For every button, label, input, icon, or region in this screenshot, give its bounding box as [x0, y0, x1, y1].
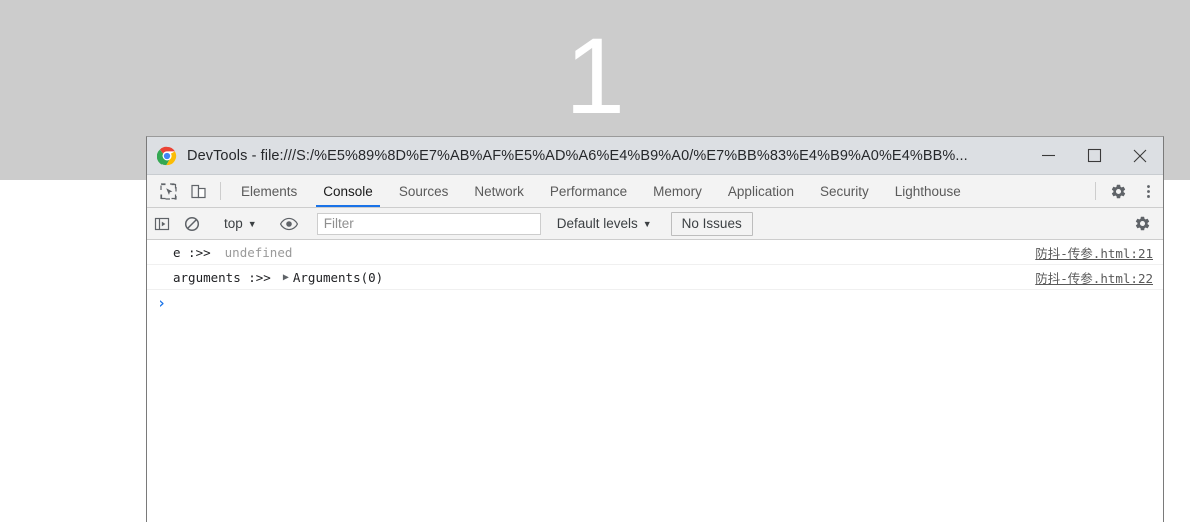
filter-input[interactable]	[316, 212, 541, 235]
tab-memory[interactable]: Memory	[640, 175, 715, 207]
tab-label: Console	[323, 183, 373, 199]
console-message-row[interactable]: e :>> undefined 防抖-传参.html:21	[147, 240, 1163, 265]
expand-triangle-icon[interactable]: ▶	[283, 272, 289, 283]
tab-network[interactable]: Network	[461, 175, 537, 207]
tab-label: Security	[819, 183, 869, 199]
tab-label: Sources	[398, 183, 449, 199]
devtools-settings-button[interactable]	[1103, 175, 1133, 207]
execution-context-selector[interactable]: top ▼	[218, 216, 263, 231]
console-message-list[interactable]: e :>> undefined 防抖-传参.html:21 arguments …	[147, 240, 1163, 522]
inspect-element-icon	[159, 182, 177, 200]
tab-console[interactable]: Console	[310, 175, 386, 207]
gear-icon	[1135, 216, 1149, 231]
console-source-link[interactable]: 防抖-传参.html:21	[1035, 243, 1153, 262]
chevron-down-icon: ▼	[247, 218, 257, 229]
gear-icon	[1111, 184, 1125, 198]
inspect-element-button[interactable]	[153, 175, 183, 207]
console-message-row[interactable]: arguments :>> ▶ Arguments(0) 防抖-传参.html:…	[147, 265, 1163, 290]
tab-application[interactable]: Application	[715, 175, 807, 207]
console-object-preview: Arguments(0)	[292, 269, 384, 285]
console-sidebar-toggle-button[interactable]	[147, 216, 177, 232]
window-maximize-button[interactable]	[1071, 137, 1117, 175]
issues-label: No Issues	[681, 216, 742, 231]
tab-label: Performance	[549, 183, 628, 199]
tab-lighthouse[interactable]: Lighthouse	[882, 175, 974, 207]
console-message-content: arguments :>> ▶ Arguments(0)	[173, 270, 1035, 285]
console-source-link[interactable]: 防抖-传参.html:22	[1035, 268, 1153, 287]
console-filterbar: top ▼ Default levels ▼ No Issues	[147, 208, 1163, 240]
window-close-button[interactable]	[1117, 137, 1163, 175]
tab-label: Elements	[241, 183, 298, 199]
tab-security[interactable]: Security	[807, 175, 882, 207]
more-vertical-icon	[1146, 184, 1150, 198]
devtools-window: DevTools - file:///S:/%E5%89%8D%E7%AB%AF…	[146, 136, 1164, 522]
chevron-down-icon: ▼	[642, 218, 652, 229]
console-message-label: e :>>	[173, 244, 211, 260]
issues-button[interactable]: No Issues	[670, 211, 753, 236]
devtools-more-button[interactable]	[1133, 175, 1163, 207]
chrome-logo-icon	[157, 146, 177, 165]
tabbar-divider-right	[1095, 182, 1096, 200]
live-expression-eye-icon	[279, 217, 298, 230]
log-levels-label: Default levels	[556, 216, 638, 231]
tabbar-divider	[220, 182, 221, 200]
tab-label: Lighthouse	[894, 183, 961, 199]
page-number-text: 1	[564, 15, 626, 136]
tab-label: Memory	[653, 183, 702, 199]
tab-label: Application	[727, 183, 794, 199]
window-title: DevTools - file:///S:/%E5%89%8D%E7%AB%AF…	[187, 147, 968, 164]
device-toolbar-icon	[190, 184, 206, 198]
tab-performance[interactable]: Performance	[537, 175, 640, 207]
tabbar-spacer	[974, 175, 1088, 207]
window-titlebar: DevTools - file:///S:/%E5%89%8D%E7%AB%AF…	[147, 137, 1163, 175]
devtools-tabbar: Elements Console Sources Network Perform…	[147, 175, 1163, 208]
tab-sources[interactable]: Sources	[386, 175, 462, 207]
minimize-icon	[1041, 154, 1055, 157]
close-icon	[1133, 149, 1147, 162]
console-prompt-caret-icon: ›	[157, 294, 167, 312]
console-prompt-row[interactable]: ›	[147, 290, 1163, 316]
console-settings-button[interactable]	[1127, 215, 1157, 232]
live-expression-button[interactable]	[274, 215, 304, 233]
console-message-value: undefined	[224, 244, 293, 260]
console-message-label: arguments :>>	[173, 269, 271, 285]
execution-context-label: top	[224, 216, 243, 231]
log-levels-selector[interactable]: Default levels ▼	[549, 216, 660, 231]
tab-label: Network	[474, 183, 524, 199]
clear-console-button[interactable]	[177, 216, 207, 232]
tab-elements[interactable]: Elements	[228, 175, 310, 207]
device-toolbar-button[interactable]	[183, 175, 213, 207]
maximize-icon	[1087, 148, 1101, 163]
window-minimize-button[interactable]	[1025, 137, 1071, 175]
console-message-value[interactable]: ▶ Arguments(0)	[283, 270, 383, 285]
console-sidebar-icon	[154, 217, 170, 230]
clear-console-icon	[184, 216, 200, 231]
console-message-content: e :>> undefined	[173, 245, 1035, 260]
